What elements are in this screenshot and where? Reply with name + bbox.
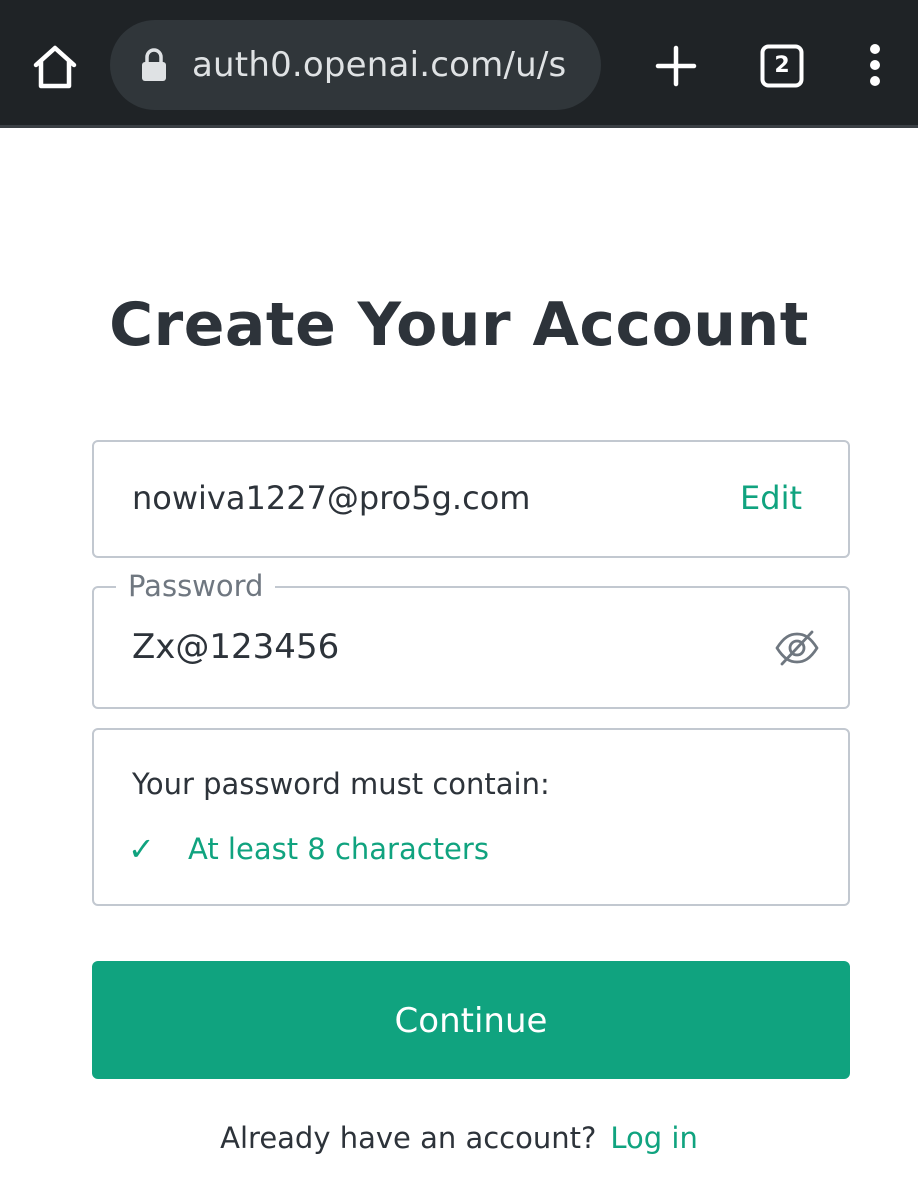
edit-email-link[interactable]: Edit xyxy=(740,474,802,522)
continue-button[interactable]: Continue xyxy=(92,961,850,1079)
login-link[interactable]: Log in xyxy=(610,1121,697,1155)
password-input[interactable]: Zx@123456 xyxy=(132,622,339,672)
login-prompt: Already have an account? Log in xyxy=(0,1116,918,1160)
requirement-item: At least 8 characters xyxy=(188,832,489,866)
lock-icon xyxy=(140,48,168,82)
password-field[interactable]: Password Zx@123456 xyxy=(92,566,850,709)
url-text: auth0.openai.com/u/s xyxy=(192,45,567,85)
plus-icon[interactable] xyxy=(650,40,702,92)
login-prompt-text: Already have an account? xyxy=(220,1121,597,1155)
email-value: nowiva1227@pro5g.com xyxy=(132,479,531,517)
page-title: Create Your Account xyxy=(109,290,809,360)
address-bar[interactable]: auth0.openai.com/u/s xyxy=(110,20,601,110)
more-vert-icon[interactable] xyxy=(860,40,890,90)
eye-off-icon[interactable] xyxy=(774,628,820,668)
password-requirements: Your password must contain: ✓ At least 8… xyxy=(92,728,850,906)
password-label: Password xyxy=(116,566,276,606)
requirements-heading: Your password must contain: xyxy=(132,767,550,801)
home-icon[interactable] xyxy=(30,42,80,92)
tab-count: 2 xyxy=(774,53,790,78)
email-field: nowiva1227@pro5g.com Edit xyxy=(92,440,850,558)
browser-toolbar: auth0.openai.com/u/s 2 xyxy=(0,0,918,128)
tab-switcher-icon[interactable]: 2 xyxy=(760,44,804,88)
check-icon: ✓ xyxy=(128,830,155,868)
